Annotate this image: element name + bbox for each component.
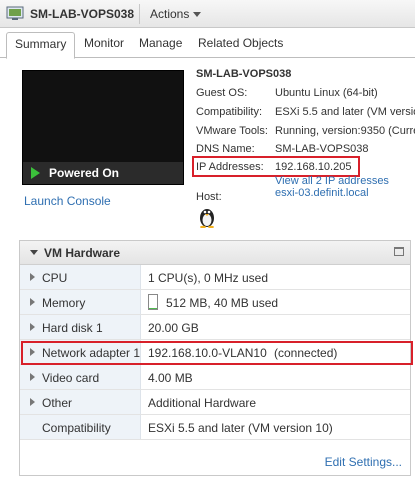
tab-manage[interactable]: Manage bbox=[139, 36, 182, 50]
ip-highlight-box bbox=[192, 156, 360, 177]
host-label: Host: bbox=[196, 191, 222, 203]
actions-menu-button[interactable]: Actions bbox=[150, 7, 202, 21]
network-highlight-box bbox=[21, 341, 413, 365]
vm-name-heading: SM-LAB-VOPS038 bbox=[196, 68, 292, 80]
other-label: Other bbox=[42, 396, 73, 410]
tab-related-objects[interactable]: Related Objects bbox=[198, 36, 283, 50]
title-separator bbox=[139, 4, 140, 24]
title-bar: SM-LAB-VOPS038 Actions bbox=[0, 0, 415, 28]
guest-os-value: Ubuntu Linux (64-bit) bbox=[275, 87, 378, 99]
cpu-label: CPU bbox=[42, 271, 68, 285]
memory-usage-fill bbox=[149, 307, 157, 309]
hardware-label-cell: Hard disk 1 bbox=[20, 315, 141, 339]
hardware-label-cell: Memory bbox=[20, 290, 141, 314]
hardware-row-video-card: Video card 4.00 MB bbox=[20, 365, 410, 390]
hw-compatibility-value: ESXi 5.5 and later (VM version 10) bbox=[148, 421, 333, 435]
power-status-bar: Powered On bbox=[23, 162, 183, 184]
tab-summary[interactable]: Summary bbox=[6, 32, 76, 59]
tab-monitor[interactable]: Monitor bbox=[84, 36, 124, 50]
expand-arrow-icon[interactable] bbox=[30, 323, 35, 331]
vmware-tools-value: Running, version:9350 (Curren bbox=[275, 125, 415, 137]
memory-usage-bar bbox=[148, 294, 158, 310]
expand-arrow-icon[interactable] bbox=[30, 273, 35, 281]
expand-arrow-icon[interactable] bbox=[30, 298, 35, 306]
vm-hardware-header[interactable]: VM Hardware bbox=[20, 241, 410, 265]
chevron-down-icon bbox=[193, 12, 202, 18]
hw-compatibility-label: Compatibility bbox=[42, 421, 111, 435]
hardware-row-other: Other Additional Hardware bbox=[20, 390, 410, 415]
edit-settings-link[interactable]: Edit Settings... bbox=[325, 455, 402, 469]
console-thumbnail[interactable]: Powered On bbox=[22, 70, 184, 185]
hardware-row-compatibility: Compatibility ESXi 5.5 and later (VM ver… bbox=[20, 415, 410, 440]
maximize-icon[interactable] bbox=[394, 247, 404, 256]
power-state: Powered On bbox=[49, 166, 120, 180]
tab-bar: Summary Monitor Manage Related Objects bbox=[0, 28, 415, 59]
collapse-caret-icon[interactable] bbox=[30, 250, 38, 255]
compatibility-value: ESXi 5.5 and later (VM version bbox=[275, 106, 415, 118]
memory-label: Memory bbox=[42, 296, 86, 310]
hardware-label-cell: Compatibility bbox=[20, 415, 141, 439]
hard-disk-value: 20.00 GB bbox=[148, 321, 199, 335]
host-link[interactable]: esxi-03.definit.local bbox=[275, 187, 369, 199]
powered-on-icon bbox=[31, 167, 40, 179]
launch-console-link[interactable]: Launch Console bbox=[24, 194, 111, 208]
hardware-label-cell: CPU bbox=[20, 265, 141, 289]
cpu-value: 1 CPU(s), 0 MHz used bbox=[148, 271, 269, 285]
vm-hardware-title: VM Hardware bbox=[44, 246, 121, 260]
compatibility-label: Compatibility: bbox=[196, 106, 263, 118]
dns-name-value: SM-LAB-VOPS038 bbox=[275, 143, 369, 155]
hardware-row-cpu: CPU 1 CPU(s), 0 MHz used bbox=[20, 265, 410, 290]
hard-disk-label: Hard disk 1 bbox=[42, 321, 103, 335]
hardware-row-memory: Memory 512 MB, 40 MB used bbox=[20, 290, 410, 315]
virtual-machine-icon bbox=[6, 6, 24, 20]
linux-penguin-icon bbox=[200, 209, 214, 228]
hardware-label-cell: Video card bbox=[20, 365, 141, 389]
hardware-row-hard-disk: Hard disk 1 20.00 GB bbox=[20, 315, 410, 340]
other-value: Additional Hardware bbox=[148, 396, 257, 410]
view-all-ip-link[interactable]: View all 2 IP addresses bbox=[275, 175, 389, 187]
video-card-label: Video card bbox=[42, 371, 100, 385]
memory-value: 512 MB, 40 MB used bbox=[166, 296, 279, 310]
video-card-value: 4.00 MB bbox=[148, 371, 193, 385]
vm-title: SM-LAB-VOPS038 bbox=[30, 7, 135, 21]
expand-arrow-icon[interactable] bbox=[30, 373, 35, 381]
guest-os-label: Guest OS: bbox=[196, 87, 248, 99]
hardware-label-cell: Other bbox=[20, 390, 141, 414]
actions-label: Actions bbox=[150, 7, 190, 21]
vmware-tools-label: VMware Tools: bbox=[196, 125, 268, 137]
dns-name-label: DNS Name: bbox=[196, 143, 255, 155]
expand-arrow-icon[interactable] bbox=[30, 398, 35, 406]
